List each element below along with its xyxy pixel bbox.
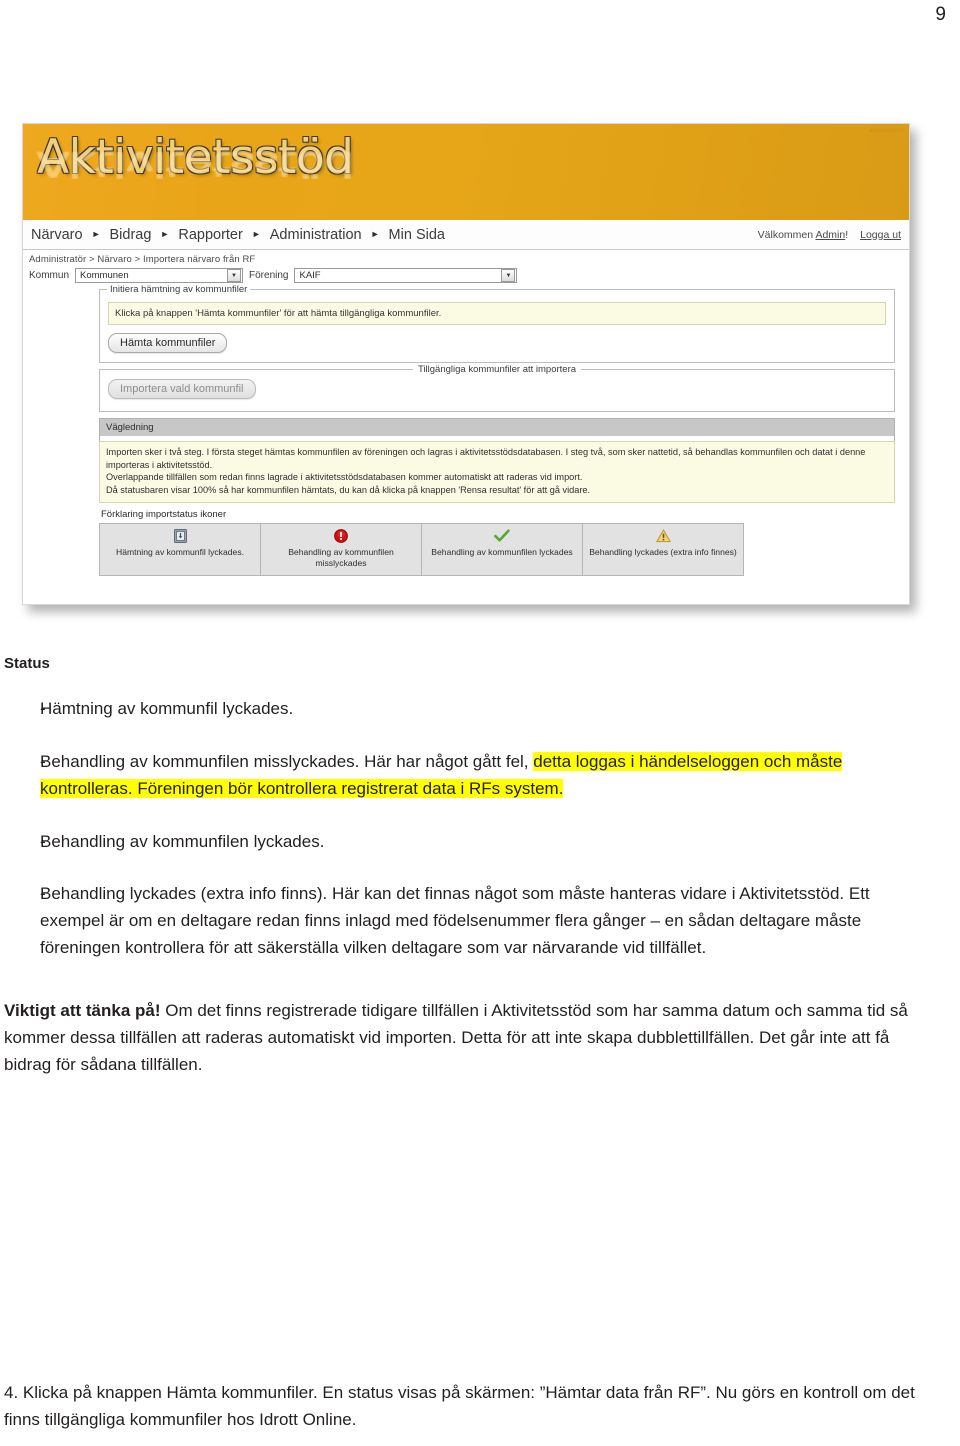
chevron-down-icon: ▼ [227, 269, 242, 282]
bullet-dash: - [40, 699, 46, 718]
nav-item-administration[interactable]: Administration [266, 227, 366, 243]
page-title: Status [4, 655, 50, 672]
icon-legend-title: Förklaring importstatus ikoner [101, 508, 227, 520]
importera-vald-kommunfil-button[interactable]: Importera vald kommunfil [108, 379, 256, 399]
welcome-username: Admin [815, 228, 846, 241]
legend-cell-success: Behandling av kommunfilen lyckades [422, 523, 583, 576]
bullet-segment: Hämtning av kommunfil lyckades. [40, 699, 294, 718]
fetch-fieldset-legend: Initiera hämtning av kommunfiler [107, 284, 251, 295]
user-session-area: Välkommen Admin! Logga ut [758, 229, 901, 241]
kommun-select[interactable]: Kommunen ▼ [75, 268, 244, 283]
important-note-paragraph: Viktigt att tänka på! Om det finns regis… [4, 998, 932, 1079]
warning-triangle-icon [587, 528, 739, 544]
vagledning-line: Overlappande tillfällen som redan finns … [106, 472, 583, 483]
fetch-kommunfiler-fieldset: Initiera hämtning av kommunfiler Klicka … [99, 284, 895, 363]
vagledning-body: Importen sker i två steg. I första stege… [99, 441, 895, 503]
nav-item-min-sida[interactable]: Min Sida [385, 227, 449, 243]
breadcrumb: Administratör > Närvaro > Importera närv… [29, 254, 256, 265]
list-item: - Behandling av kommunfilen lyckades. [0, 829, 960, 856]
forening-select[interactable]: KAIF ▼ [294, 268, 518, 283]
app-banner: Aktivitetsstöd Aktivitetsstöd aktivitets… [23, 124, 909, 220]
nav-arrow-icon: ► [91, 229, 101, 239]
import-fieldset-legend: Tillgängliga kommunfiler att importera [412, 364, 582, 375]
bullet-dash: - [40, 831, 46, 851]
bullet-segment: Behandling av kommunfilen misslyckades. … [40, 751, 534, 771]
legend-caption: Behandling av kommunfilen lyckades [431, 546, 573, 557]
embedded-app-screenshot: Aktivitetsstöd Aktivitetsstöd aktivitets… [22, 123, 910, 605]
download-file-icon [104, 528, 256, 544]
bullet-text: Hämtning av kommunfil lyckades. [40, 696, 960, 723]
bullet-dash: - [40, 884, 46, 904]
nav-item-narvaro[interactable]: Närvaro [27, 227, 87, 243]
nav-arrow-icon: ► [370, 229, 380, 239]
import-kommunfil-fieldset: Tillgängliga kommunfiler att importera I… [99, 364, 895, 412]
icon-legend-table: Hämtning av kommunfil lyckades. Behandli… [99, 522, 744, 577]
legend-caption: Behandling lyckades (extra info finnes) [589, 546, 737, 557]
legend-cell-error: Behandling av kommunfilen misslyckades [261, 523, 422, 576]
nav-arrow-icon: ► [160, 229, 170, 239]
legend-cell-warning: Behandling lyckades (extra info finnes) [583, 523, 743, 576]
list-item: - Behandling av kommunfilen misslyckades… [0, 749, 960, 803]
app-logo-wordmark: Aktivitetsstöd [37, 130, 354, 185]
logout-link[interactable]: Logga ut [860, 229, 901, 241]
bullet-segment: Behandling av kommunfilen lyckades. [40, 831, 325, 851]
bullet-text: Behandling lyckades (extra info finns). … [40, 881, 960, 962]
vagledning-header: Vägledning [99, 418, 895, 436]
bullet-text: Behandling av kommunfilen misslyckades. … [40, 749, 960, 803]
bullet-text: Behandling av kommunfilen lyckades. [40, 829, 960, 856]
main-navigation: Närvaro ► Bidrag ► Rapporter ► Administr… [23, 220, 909, 250]
page-number: 9 [935, 4, 946, 25]
chevron-down-icon: ▼ [501, 269, 516, 282]
bullet-dash: - [40, 751, 46, 771]
fetch-instruction-panel: Klicka på knappen 'Hämta kommunfiler' fö… [108, 302, 886, 325]
list-item: - Hämtning av kommunfil lyckades. [0, 696, 960, 723]
forening-label: Förening [249, 270, 289, 281]
vagledning-line: Då statusbaren visar 100% så har kommunf… [106, 485, 591, 496]
check-mark-icon [426, 528, 578, 544]
bullet-segment: Behandling lyckades (extra info finns). … [40, 884, 870, 958]
status-bullet-list: - Hämtning av kommunfil lyckades. - Beha… [0, 696, 960, 962]
nav-arrow-icon: ► [251, 229, 261, 239]
welcome-prefix: Välkommen [757, 228, 816, 241]
vagledning-line: Importen sker i två steg. I första stege… [106, 447, 866, 470]
hamta-kommunfiler-button[interactable]: Hämta kommunfiler [108, 333, 228, 353]
kommun-select-value: Kommunen [80, 270, 129, 281]
legend-caption: Behandling av kommunfilen misslyckades [288, 546, 394, 568]
legend-caption: Hämtning av kommunfil lyckades. [116, 546, 244, 557]
important-note-lead: Viktigt att tänka på! [4, 1001, 161, 1021]
step-4-paragraph: 4. Klicka på knappen Hämta kommunfiler. … [4, 1383, 915, 1429]
list-item: - Behandling lyckades (extra info finns)… [0, 881, 960, 962]
vagledning-section: Vägledning Importen sker i två steg. I f… [99, 418, 895, 503]
banner-corner-mark: aktivitetsstöd [869, 128, 904, 134]
welcome-text: Välkommen Admin! [758, 229, 848, 241]
error-circle-icon [265, 528, 417, 544]
nav-item-list: Närvaro ► Bidrag ► Rapporter ► Administr… [27, 227, 758, 243]
forening-select-value: KAIF [299, 270, 321, 281]
document-body: Status - Hämtning av kommunfil lyckades.… [0, 655, 960, 1079]
legend-cell-download: Hämtning av kommunfil lyckades. [100, 523, 261, 576]
kommun-label: Kommun [29, 270, 70, 281]
nav-item-rapporter[interactable]: Rapporter [174, 227, 246, 243]
welcome-suffix: ! [845, 228, 849, 241]
page-content: Initiera hämtning av kommunfiler Klicka … [99, 284, 899, 577]
nav-item-bidrag[interactable]: Bidrag [106, 227, 156, 243]
